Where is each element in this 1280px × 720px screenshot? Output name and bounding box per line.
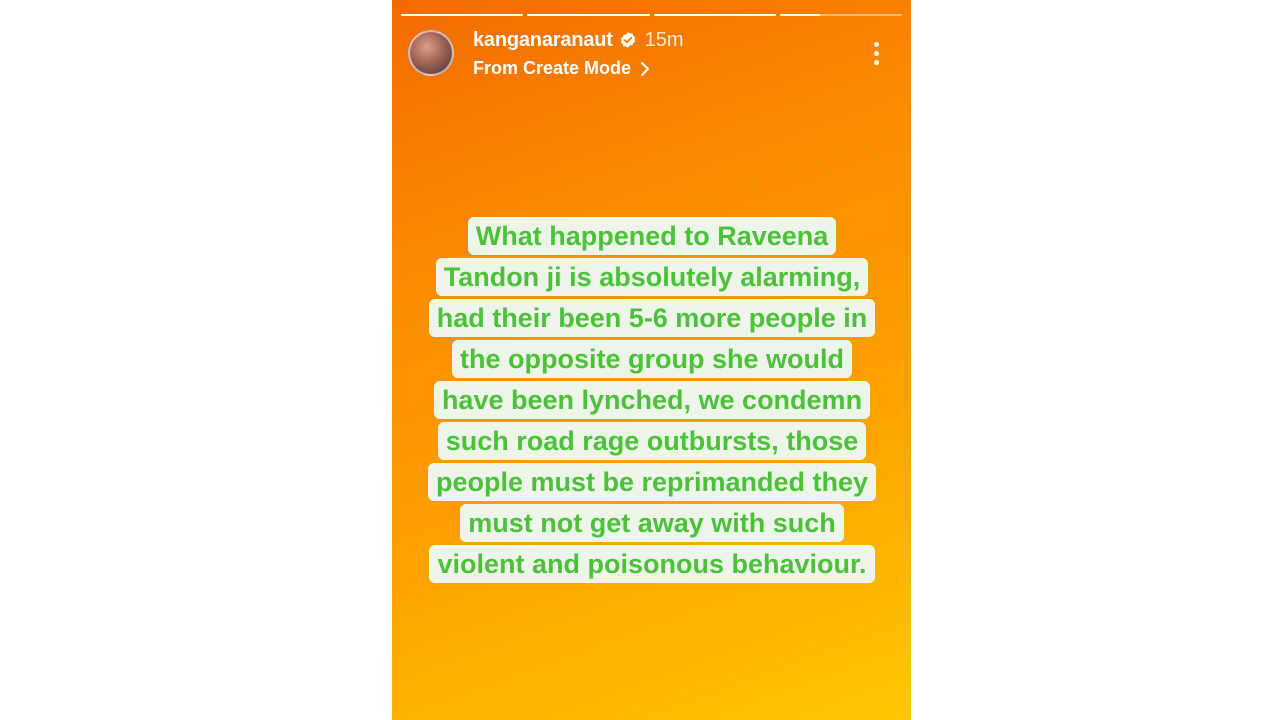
progress-segment xyxy=(401,14,524,16)
story-text-block: What happened to Raveena Tandon ji is ab… xyxy=(426,216,878,585)
progress-segment xyxy=(653,14,776,16)
post-time: 15m xyxy=(644,28,684,51)
avatar[interactable] xyxy=(408,30,454,76)
create-mode-link[interactable]: From Create Mode xyxy=(473,58,651,79)
story-text: What happened to Raveena Tandon ji is ab… xyxy=(427,217,877,583)
create-mode-label: From Create Mode xyxy=(473,58,632,78)
username[interactable]: kanganaranaut xyxy=(473,29,613,52)
progress-segment xyxy=(779,14,902,16)
story-viewer[interactable]: kanganaranaut 15m From Create Mode What … xyxy=(392,0,911,720)
story-progress-bar xyxy=(401,14,902,17)
verified-badge-icon xyxy=(619,31,637,49)
username-row: kanganaranaut 15m xyxy=(473,28,684,52)
chevron-right-icon xyxy=(639,61,651,77)
story-header: kanganaranaut 15m From Create Mode xyxy=(408,28,891,84)
progress-segment xyxy=(527,14,650,16)
more-vertical-icon[interactable] xyxy=(861,38,891,68)
